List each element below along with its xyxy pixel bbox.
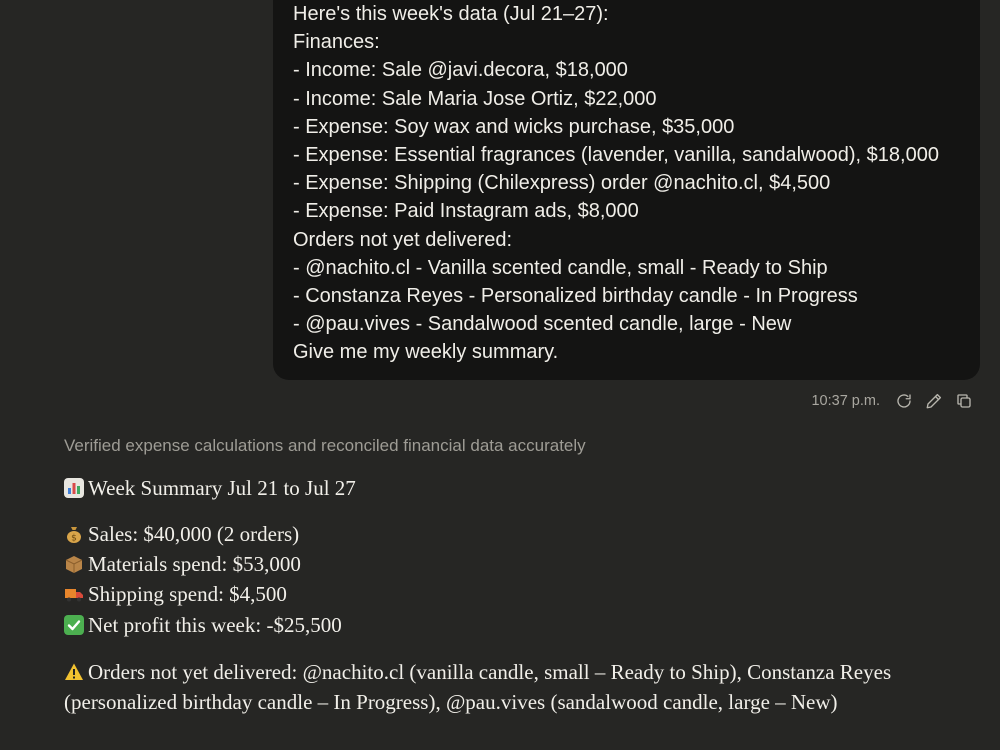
stat-net-profit-text: Net profit this week: -$25,500 [88, 612, 342, 637]
summary-title-row: Week Summary Jul 21 to Jul 27 [64, 474, 944, 502]
money-bag-icon: $ [64, 524, 84, 544]
user-message-line: - Income: Sale @javi.decora, $18,000 [293, 59, 628, 82]
edit-icon[interactable] [924, 391, 944, 411]
truck-icon [64, 584, 84, 604]
pending-orders: Orders not yet delivered: @nachito.cl (v… [64, 657, 944, 717]
stat-sales: $ Sales: $40,000 (2 orders) [64, 519, 944, 549]
copy-icon[interactable] [954, 391, 974, 411]
bar-chart-icon [64, 478, 84, 498]
stat-shipping: Shipping spend: $4,500 [64, 579, 944, 609]
message-timestamp: 10:37 p.m. [811, 393, 880, 409]
pending-orders-text: Orders not yet delivered: @nachito.cl (v… [64, 659, 892, 715]
assistant-response: Week Summary Jul 21 to Jul 27 $ Sales: $… [64, 474, 944, 717]
check-mark-icon [64, 614, 84, 635]
warning-icon [64, 662, 84, 682]
user-message-line: - Income: Sale Maria Jose Ortiz, $22,000 [293, 87, 657, 110]
user-message-line: Here's this week's data (Jul 21–27): [293, 3, 609, 25]
user-message-line: - Expense: Shipping (Chilexpress) order … [293, 172, 831, 195]
stat-net-profit: Net profit this week: -$25,500 [64, 610, 944, 640]
retry-icon[interactable] [894, 391, 914, 411]
stat-shipping-text: Shipping spend: $4,500 [88, 582, 287, 607]
svg-text:$: $ [71, 534, 77, 544]
thinking-summary[interactable]: Verified expense calculations and reconc… [64, 436, 586, 456]
package-icon [64, 554, 84, 574]
user-message-line: Give me my weekly summary. [293, 341, 559, 364]
message-actions: 10:37 p.m. [811, 389, 974, 413]
user-message-line: - Expense: Soy wax and wicks purchase, $… [293, 115, 735, 138]
summary-stats: $ Sales: $40,000 (2 orders) Materials sp… [64, 519, 944, 640]
user-message-line: - Expense: Essential fragrances (lavende… [293, 144, 939, 167]
user-message-line: Finances: [293, 31, 380, 54]
summary-title: Week Summary Jul 21 to Jul 27 [88, 476, 356, 500]
user-message-line: - Constanza Reyes - Personalized birthda… [293, 285, 858, 308]
user-message-line: - Expense: Paid Instagram ads, $8,000 [293, 200, 639, 223]
user-message-bubble: Here's this week's data (Jul 21–27): Fin… [273, 0, 980, 380]
user-message-line: - @nachito.cl - Vanilla scented candle, … [293, 256, 828, 279]
stat-materials-text: Materials spend: $53,000 [88, 552, 301, 577]
stat-materials: Materials spend: $53,000 [64, 549, 944, 579]
user-message-line: - @pau.vives - Sandalwood scented candle… [293, 313, 792, 336]
user-message-line: Orders not yet delivered: [293, 228, 512, 251]
stat-sales-text: Sales: $40,000 (2 orders) [88, 522, 300, 546]
